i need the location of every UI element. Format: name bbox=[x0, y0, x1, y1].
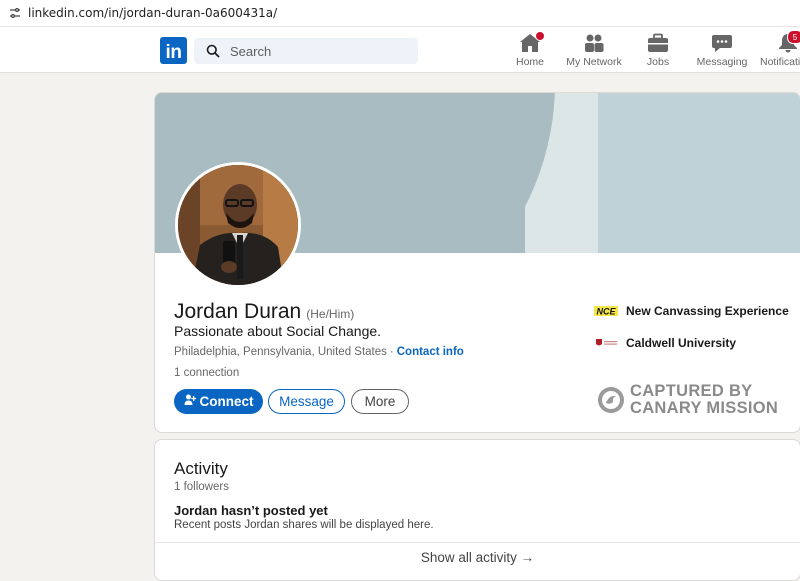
empty-state-subtitle: Recent posts Jordan shares will be displ… bbox=[174, 519, 434, 531]
profile-name: Jordan Duran bbox=[174, 300, 302, 323]
top-nav: in Home My Network Jobs Messaging bbox=[0, 27, 800, 73]
university-name: Caldwell University bbox=[626, 336, 737, 350]
connect-button[interactable]: Connect bbox=[174, 389, 263, 414]
experience-item[interactable]: NCE New Canvassing Experience bbox=[593, 304, 789, 318]
nav-messaging[interactable]: Messaging bbox=[697, 33, 747, 69]
name-row: Jordan Duran (He/Him) bbox=[174, 300, 354, 324]
message-button[interactable]: Message bbox=[268, 389, 345, 414]
home-icon bbox=[519, 31, 545, 53]
separator: · bbox=[389, 346, 394, 358]
watermark: CAPTURED BY CANARY MISSION bbox=[597, 383, 778, 417]
briefcase-icon bbox=[647, 33, 669, 53]
nav-jobs-label: Jobs bbox=[646, 56, 670, 68]
nav-home[interactable]: Home bbox=[514, 31, 546, 69]
connect-label: Connect bbox=[199, 394, 254, 409]
company-logo: NCE bbox=[593, 304, 619, 318]
nav-home-label: Home bbox=[515, 56, 544, 68]
connections-count[interactable]: 1 connection bbox=[174, 367, 239, 379]
nav-my-network[interactable]: My Network bbox=[566, 33, 622, 69]
profile-location: Philadelphia, Pennsylvania, United State… bbox=[174, 346, 387, 358]
education-item[interactable]: Caldwell University bbox=[593, 336, 736, 350]
search-input[interactable] bbox=[228, 42, 402, 60]
show-all-activity-button[interactable]: Show all activity → bbox=[155, 550, 800, 565]
university-logo bbox=[593, 336, 619, 350]
nav-jobs[interactable]: Jobs bbox=[643, 33, 673, 69]
search-icon bbox=[206, 44, 220, 58]
search-box[interactable] bbox=[194, 38, 418, 64]
linkedin-logo[interactable]: in bbox=[160, 37, 187, 64]
location-row: Philadelphia, Pennsylvania, United State… bbox=[174, 346, 464, 358]
bell-icon: 5 bbox=[777, 30, 800, 53]
watermark-line2: CANARY MISSION bbox=[630, 399, 779, 417]
nav-my-network-label: My Network bbox=[566, 56, 622, 68]
followers-count: 1 followers bbox=[174, 481, 229, 493]
empty-state-title: Jordan hasn’t posted yet bbox=[174, 503, 328, 518]
activity-card: Activity 1 followers Jordan hasn’t poste… bbox=[154, 439, 800, 581]
more-button[interactable]: More bbox=[351, 389, 409, 414]
pronouns: (He/Him) bbox=[306, 307, 355, 321]
profile-card: Jordan Duran (He/Him) Passionate about S… bbox=[154, 92, 800, 433]
add-person-icon bbox=[184, 394, 196, 409]
divider bbox=[155, 542, 800, 543]
activity-title: Activity bbox=[174, 459, 228, 478]
nav-notifications[interactable]: 5 Notifications bbox=[760, 30, 800, 69]
chat-icon bbox=[711, 33, 733, 53]
company-name: New Canvassing Experience bbox=[626, 304, 789, 318]
watermark-line1: CAPTURED BY bbox=[630, 382, 753, 400]
network-icon bbox=[583, 33, 605, 53]
notifications-badge: 5 bbox=[787, 30, 800, 44]
profile-photo[interactable] bbox=[175, 162, 301, 288]
url-text[interactable]: linkedin.com/in/jordan-duran-0a600431a/ bbox=[28, 6, 277, 20]
site-info-icon[interactable] bbox=[8, 6, 22, 20]
nav-messaging-label: Messaging bbox=[696, 56, 748, 68]
browser-address-bar[interactable]: linkedin.com/in/jordan-duran-0a600431a/ bbox=[0, 0, 800, 27]
company-logo-text: NCE bbox=[596, 307, 616, 317]
contact-info-link[interactable]: Contact info bbox=[397, 346, 464, 358]
canary-mission-logo bbox=[597, 386, 625, 414]
profile-headline: Passionate about Social Change. bbox=[174, 323, 382, 339]
nav-notifications-label: Notifications bbox=[760, 56, 800, 68]
notification-dot bbox=[535, 31, 545, 41]
